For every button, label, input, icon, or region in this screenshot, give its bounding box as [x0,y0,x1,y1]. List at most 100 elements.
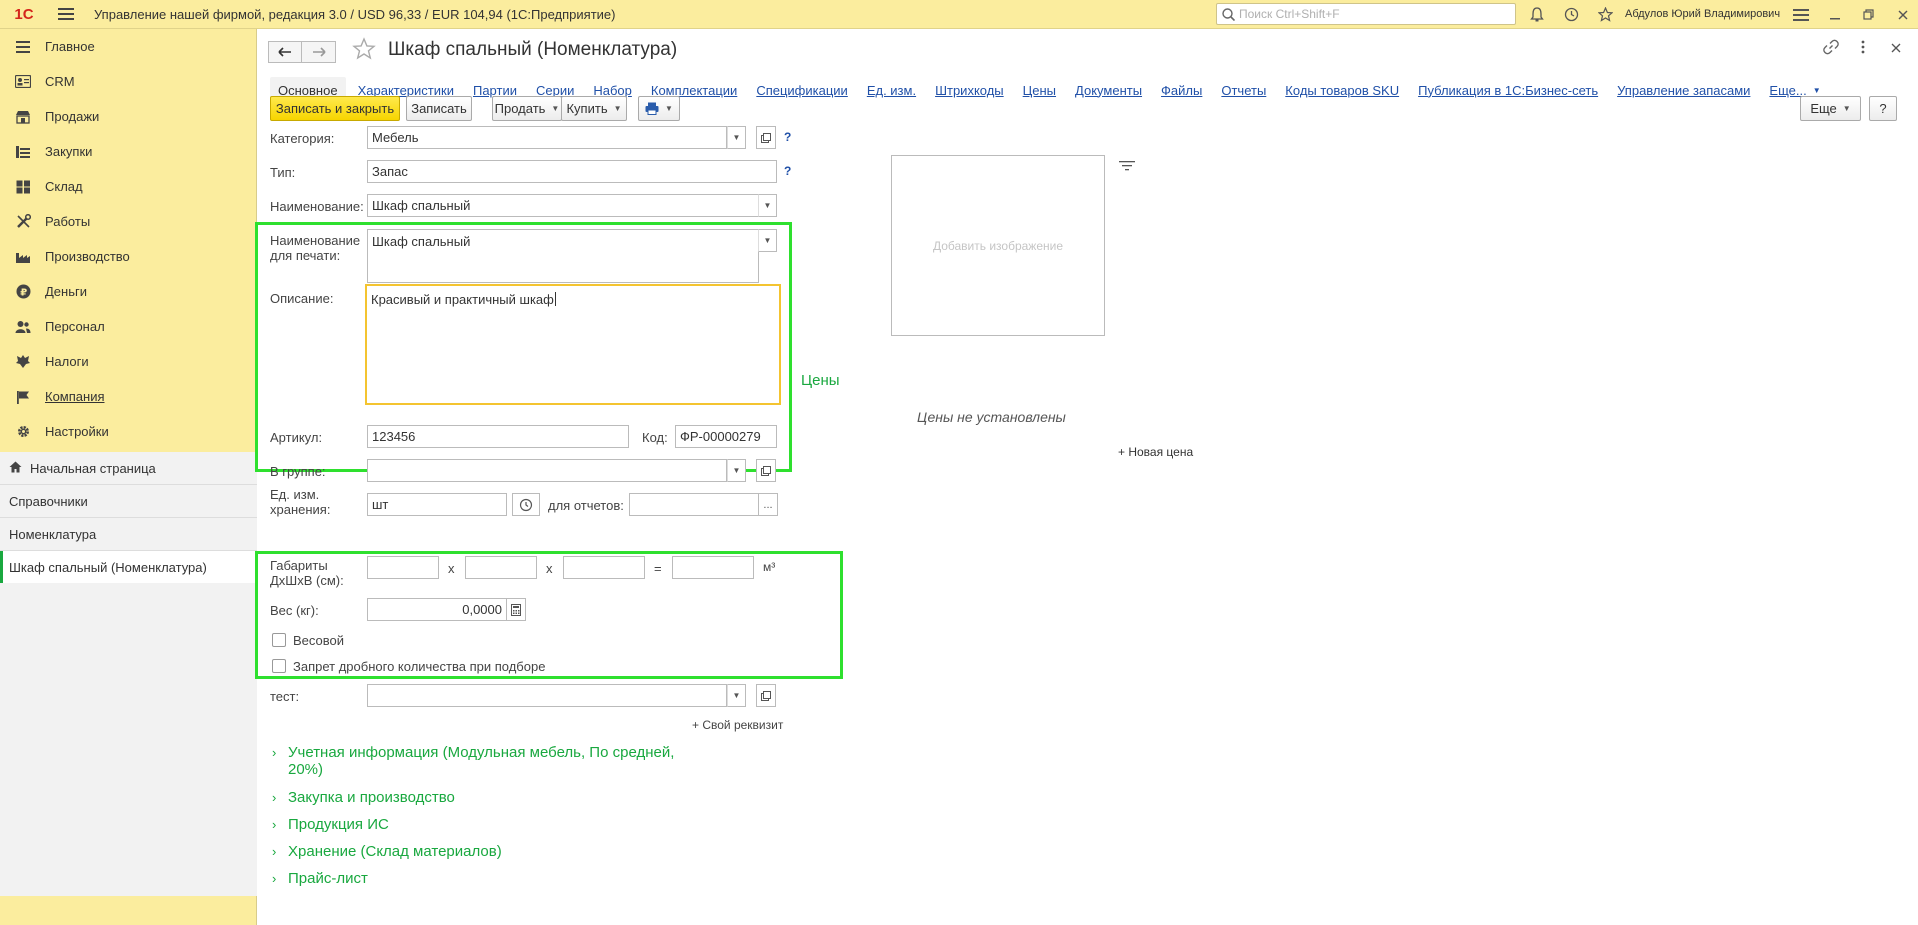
group-field[interactable] [367,459,727,482]
name-dropdown-button[interactable]: ▼ [758,194,777,217]
unit-field[interactable]: шт [367,493,507,516]
tab-barcodes[interactable]: Штрихкоды [935,83,1004,98]
sku-field[interactable]: 123456 [367,425,629,448]
category-field[interactable]: Мебель [367,126,727,149]
open-window-nomenclature[interactable]: Номенклатура [0,518,257,551]
section-is-products[interactable]: › Продукция ИС [272,816,389,833]
favorite-star-icon[interactable] [352,37,376,68]
print-name-dropdown-button[interactable]: ▼ [758,229,777,252]
print-button[interactable]: ▼ [638,96,680,121]
volume-field[interactable] [672,556,754,579]
sidebar-item-crm[interactable]: CRM [0,64,256,99]
save-button[interactable]: Записать [406,96,472,121]
sidebar-item-company[interactable]: Компания [0,379,256,414]
category-help-icon[interactable]: ? [784,130,791,144]
forward-button[interactable] [302,41,336,63]
tab-business-network[interactable]: Публикация в 1С:Бизнес-сеть [1418,83,1598,98]
chevron-right-icon: › [272,790,277,805]
close-icon[interactable] [1886,0,1918,29]
more-button[interactable]: Еще ▼ [1800,96,1861,121]
buy-button[interactable]: Купить ▼ [561,96,627,121]
minimize-icon[interactable] [1818,0,1852,29]
length-field[interactable] [367,556,439,579]
restore-icon[interactable] [1852,0,1886,29]
tab-reports[interactable]: Отчеты [1221,83,1266,98]
tabs-more-chevron-icon[interactable]: ▼ [1813,86,1821,95]
sidebar-item-money[interactable]: ₽ Деньги [0,274,256,309]
printer-icon [645,102,659,115]
tab-files[interactable]: Файлы [1161,83,1202,98]
test-open-button[interactable] [756,684,776,707]
code-field[interactable]: ФР-00000279 [675,425,777,448]
sell-button[interactable]: Продать ▼ [492,96,562,121]
category-open-button[interactable] [756,126,776,149]
section-purchase-production[interactable]: › Закупка и производство [272,789,455,806]
category-dropdown-button[interactable]: ▼ [727,126,746,149]
width-field[interactable] [465,556,537,579]
category-label: Категория: [270,131,335,146]
history-icon[interactable] [1554,0,1588,29]
description-field[interactable]: Красивый и практичный шкаф [365,284,781,405]
section-accounting-info[interactable]: › Учетная информация (Модульная мебель, П… [272,744,674,778]
help-button[interactable]: ? [1869,96,1897,121]
favorites-star-icon[interactable] [1588,0,1622,29]
name-field[interactable]: Шкаф спальный [367,194,759,217]
fraction-ban-checkbox[interactable] [272,659,286,673]
tab-sku-codes[interactable]: Коды товаров SKU [1285,83,1399,98]
equals-sign: = [654,561,662,576]
tab-documents[interactable]: Документы [1075,83,1142,98]
settings-menu-icon[interactable] [1784,0,1818,29]
open-window-current-item[interactable]: Шкаф спальный (Номенклатура) [0,551,257,584]
close-document-icon[interactable] [1890,39,1902,59]
add-new-price-button[interactable]: + Новая цена [1118,445,1193,459]
sidebar-item-purchases[interactable]: Закупки [0,134,256,169]
sidebar-item-main[interactable]: Главное [0,29,256,64]
open-window-catalogs[interactable]: Справочники [0,485,257,518]
current-user[interactable]: Абдулов Юрий Владимирович [1625,0,1780,29]
weight-field[interactable]: 0,0000 [367,598,507,621]
sidebar-item-production[interactable]: Производство [0,239,256,274]
main-menu-icon[interactable] [52,0,80,29]
back-button[interactable] [268,41,302,63]
type-help-icon[interactable]: ? [784,164,791,178]
calculator-icon [511,603,521,616]
caret-down-icon: ▼ [1842,104,1851,113]
print-name-field[interactable]: Шкаф спальный [367,229,759,283]
section-price-list[interactable]: › Прайс-лист [272,870,368,887]
people-icon [14,318,32,336]
section-storage[interactable]: › Хранение (Склад материалов) [272,843,502,860]
test-dropdown-button[interactable]: ▼ [727,684,746,707]
global-search-input[interactable]: Поиск Ctrl+Shift+F [1216,3,1516,25]
height-field[interactable] [563,556,645,579]
report-unit-field[interactable] [629,493,759,516]
app-logo[interactable]: 1С [6,0,42,29]
link-icon[interactable] [1823,39,1839,59]
weighted-checkbox[interactable] [272,633,286,647]
group-open-button[interactable] [756,459,776,482]
add-image-area[interactable]: Добавить изображение [891,155,1105,336]
open-window-home[interactable]: Начальная страница [0,452,257,485]
type-field[interactable]: Запас [367,160,777,183]
sidebar-item-works[interactable]: Работы [0,204,256,239]
group-dropdown-button[interactable]: ▼ [727,459,746,482]
report-unit-select-button[interactable]: ... [758,493,778,516]
test-field[interactable] [367,684,727,707]
tab-units[interactable]: Ед. изм. [867,83,916,98]
weight-calculator-button[interactable] [506,598,526,621]
tab-inventory-management[interactable]: Управление запасами [1617,83,1750,98]
sidebar-item-warehouse[interactable]: Склад [0,169,256,204]
caret-down-icon: ▼ [665,104,673,113]
bell-icon[interactable] [1520,0,1554,29]
tab-prices[interactable]: Цены [1023,83,1056,98]
sidebar-item-sales[interactable]: Продажи [0,99,256,134]
open-windows-list: Начальная страница Справочники Номенклат… [0,452,257,584]
sidebar-item-settings[interactable]: Настройки [0,414,256,449]
save-and-close-button[interactable]: Записать и закрыть [270,96,400,121]
sidebar-item-taxes[interactable]: Налоги [0,344,256,379]
filter-lines-icon[interactable] [1119,160,1135,175]
unit-history-button[interactable] [512,493,540,516]
sidebar-item-personnel[interactable]: Персонал [0,309,256,344]
more-vertical-icon[interactable] [1860,39,1866,59]
add-custom-attribute-button[interactable]: + Свой реквизит [692,718,783,733]
tab-specifications[interactable]: Спецификации [756,83,848,98]
